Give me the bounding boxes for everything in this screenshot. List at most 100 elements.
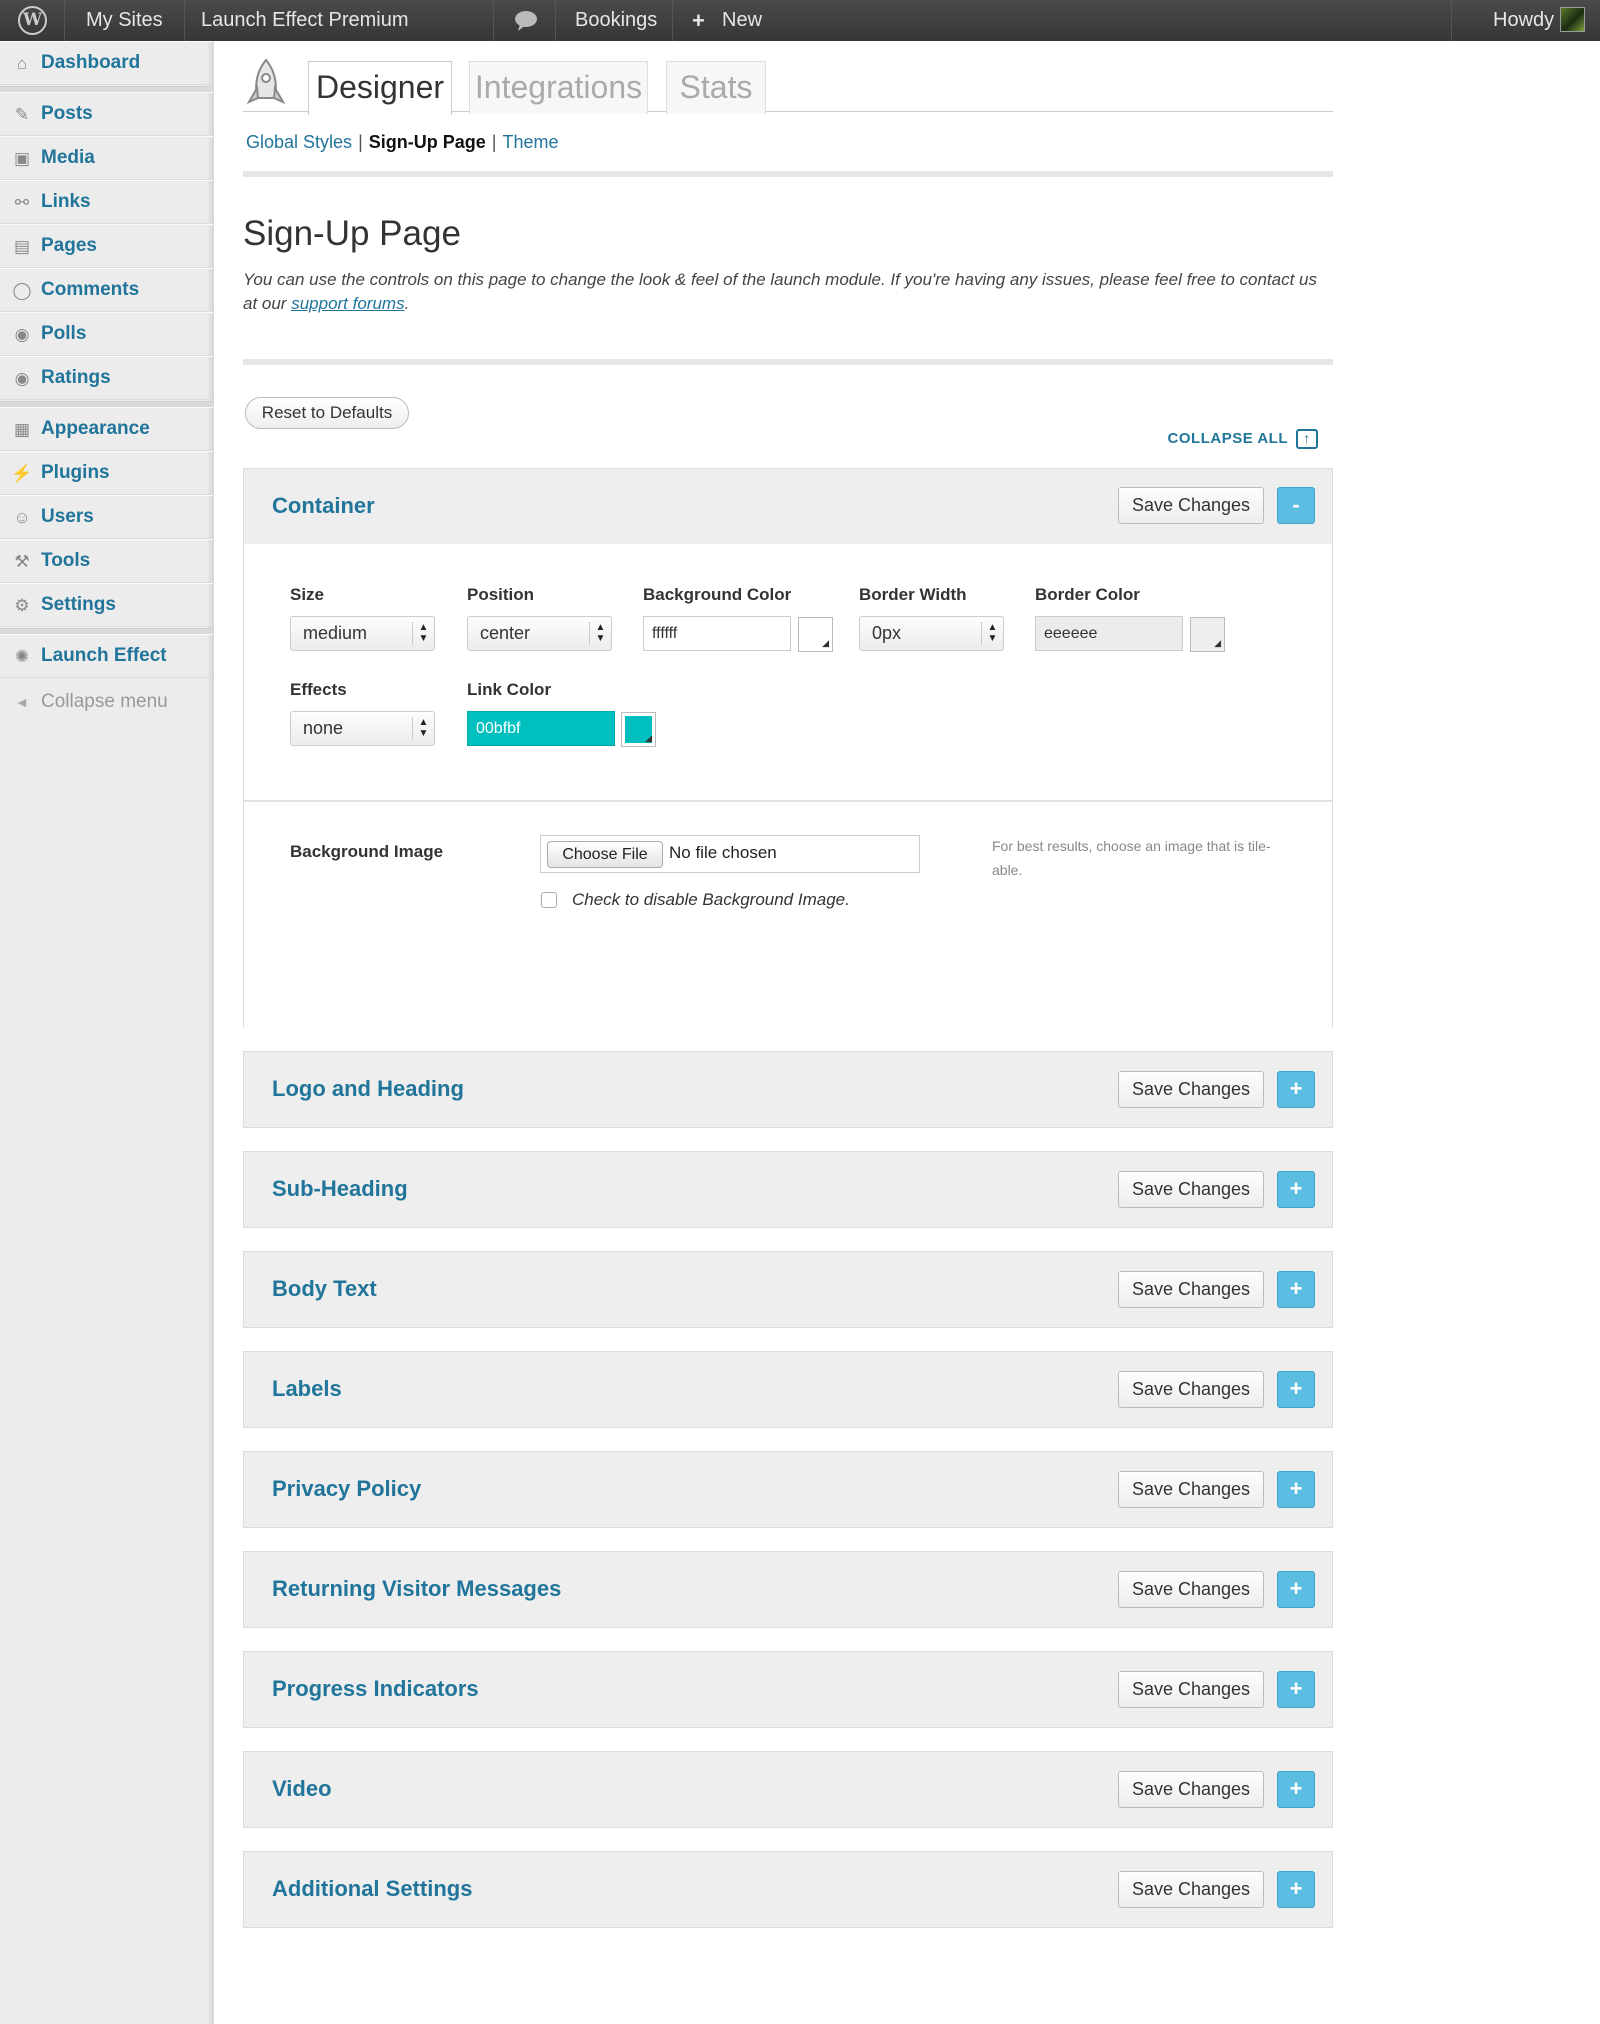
collapse-all-button[interactable]: COLLAPSE ALL ↑ <box>1168 429 1318 449</box>
reset-to-defaults-button[interactable]: Reset to Defaults <box>245 397 409 429</box>
expand-panel-button[interactable]: + <box>1277 1171 1315 1208</box>
sidebar-item-label: Launch Effect <box>41 645 167 666</box>
sidebar-item-comments[interactable]: ◯ Comments <box>0 268 213 312</box>
sidebar-item-users[interactable]: ☺ Users <box>0 495 213 539</box>
border-color-swatch[interactable]: ◢ <box>1190 617 1225 652</box>
effects-value: none <box>303 718 344 738</box>
panel-title[interactable]: Body Text <box>272 1276 377 1302</box>
comments-icon: ◯ <box>12 281 32 300</box>
progress-indicators-panel: Progress Indicators Save Changes + <box>243 1651 1333 1728</box>
site-name-link[interactable]: Launch Effect Premium <box>201 0 409 41</box>
save-changes-button[interactable]: Save Changes <box>1118 1671 1264 1708</box>
background-color-swatch[interactable]: ◢ <box>798 617 833 652</box>
position-label: Position <box>467 585 535 604</box>
save-changes-button[interactable]: Save Changes <box>1118 1271 1264 1308</box>
select-arrows-icon: ▲ ▼ <box>981 622 1003 645</box>
link-color-input[interactable]: 00bfbf <box>467 711 615 746</box>
save-changes-button[interactable]: Save Changes <box>1118 1071 1264 1108</box>
sidebar-item-label: Pages <box>41 235 97 256</box>
panel-title[interactable]: Video <box>272 1776 332 1802</box>
plus-icon[interactable]: + <box>692 0 705 41</box>
sidebar-item-dashboard[interactable]: ⌂ Dashboard <box>0 41 213 85</box>
save-changes-button[interactable]: Save Changes <box>1118 1471 1264 1508</box>
sidebar-item-label: Plugins <box>41 462 110 483</box>
effects-select[interactable]: none ▲ ▼ <box>290 711 435 746</box>
collapse-panel-button[interactable]: - <box>1277 487 1315 524</box>
sidebar-item-label: Links <box>41 191 91 212</box>
additional-settings-panel: Additional Settings Save Changes + <box>243 1851 1333 1928</box>
save-changes-button[interactable]: Save Changes <box>1118 487 1264 524</box>
tab-integrations[interactable]: Integrations <box>469 61 648 114</box>
panel-title[interactable]: Logo and Heading <box>272 1076 464 1102</box>
panel-title[interactable]: Sub-Heading <box>272 1176 408 1202</box>
sidebar-item-media[interactable]: ▣ Media <box>0 136 213 180</box>
panel-title[interactable]: Labels <box>272 1376 342 1402</box>
file-input[interactable]: Choose File No file chosen <box>540 835 920 873</box>
expand-panel-button[interactable]: + <box>1277 1471 1315 1508</box>
expand-panel-button[interactable]: + <box>1277 1271 1315 1308</box>
sidebar-item-label: Ratings <box>41 367 111 388</box>
panel-title[interactable]: Privacy Policy <box>272 1476 421 1502</box>
border-color-input[interactable]: eeeeee <box>1035 616 1183 651</box>
ratings-icon: ◉ <box>14 369 30 388</box>
expand-panel-button[interactable]: + <box>1277 1371 1315 1408</box>
expand-panel-button[interactable]: + <box>1277 1671 1315 1708</box>
howdy-link[interactable]: Howdy <box>1493 0 1554 41</box>
save-changes-button[interactable]: Save Changes <box>1118 1871 1264 1908</box>
sidebar-item-pages[interactable]: ▤ Pages <box>0 224 213 268</box>
sidebar-item-ratings[interactable]: ◉ Ratings <box>0 356 213 400</box>
tab-designer[interactable]: Designer <box>308 61 452 115</box>
bookings-link[interactable]: Bookings <box>575 0 657 41</box>
sidebar-item-launch-effect[interactable]: ✺ Launch Effect <box>0 634 213 678</box>
support-forums-link[interactable]: support forums <box>291 294 404 313</box>
save-changes-button[interactable]: Save Changes <box>1118 1571 1264 1608</box>
sidebar-item-label: Posts <box>41 103 93 124</box>
panel-title[interactable]: Returning Visitor Messages <box>272 1576 561 1602</box>
signup-page-link[interactable]: Sign-Up Page <box>369 132 486 152</box>
link-color-swatch[interactable]: ◢ <box>621 712 656 747</box>
new-link[interactable]: New <box>722 0 762 41</box>
link-icon: ⚯ <box>14 193 30 212</box>
sidebar-item-label: Comments <box>41 279 140 300</box>
admin-bar-divider <box>64 0 65 41</box>
divider <box>243 359 1333 365</box>
container-panel: Container Save Changes - Size medium ▲ ▼ P… <box>243 468 1333 1028</box>
sidebar-item-label: Media <box>41 147 95 168</box>
disable-background-label: Check to disable Background Image. <box>572 890 850 909</box>
background-color-input[interactable]: ffffff <box>643 616 791 651</box>
sidebar-item-tools[interactable]: ⚒ Tools <box>0 539 213 583</box>
sidebar-item-posts[interactable]: ✎ Posts <box>0 92 213 136</box>
sidebar-item-polls[interactable]: ◉ Polls <box>0 312 213 356</box>
sidebar-item-plugins[interactable]: ⚡ Plugins <box>0 451 213 495</box>
disable-background-checkbox[interactable] <box>541 892 557 908</box>
border-color-label: Border Color <box>1035 585 1140 604</box>
sidebar-item-label: Users <box>41 506 94 527</box>
sidebar-item-appearance[interactable]: ▦ Appearance <box>0 407 213 451</box>
panel-title[interactable]: Additional Settings <box>272 1876 472 1902</box>
choose-file-button[interactable]: Choose File <box>547 841 663 868</box>
save-changes-button[interactable]: Save Changes <box>1118 1171 1264 1208</box>
size-select[interactable]: medium ▲ ▼ <box>290 616 435 651</box>
expand-panel-button[interactable]: + <box>1277 1771 1315 1808</box>
admin-bar: W My Sites Launch Effect Premium Booking… <box>0 0 1600 41</box>
expand-panel-button[interactable]: + <box>1277 1871 1315 1908</box>
wordpress-logo-icon[interactable]: W <box>18 6 47 35</box>
tab-stats[interactable]: Stats <box>666 61 766 114</box>
pages-icon: ▤ <box>13 237 31 256</box>
speech-bubble-icon[interactable] <box>514 10 538 32</box>
panel-title[interactable]: Container <box>272 493 375 519</box>
theme-link[interactable]: Theme <box>502 132 558 152</box>
sidebar-item-settings[interactable]: ⚙ Settings <box>0 583 213 627</box>
panel-title[interactable]: Progress Indicators <box>272 1676 479 1702</box>
expand-panel-button[interactable]: + <box>1277 1071 1315 1108</box>
global-styles-link[interactable]: Global Styles <box>246 132 352 152</box>
my-sites-link[interactable]: My Sites <box>86 0 163 41</box>
collapse-menu-button[interactable]: ◀ Collapse menu <box>0 681 213 725</box>
expand-panel-button[interactable]: + <box>1277 1571 1315 1608</box>
sidebar-item-links[interactable]: ⚯ Links <box>0 180 213 224</box>
border-width-select[interactable]: 0px ▲ ▼ <box>859 616 1004 651</box>
position-select[interactable]: center ▲ ▼ <box>467 616 612 651</box>
avatar[interactable] <box>1560 7 1585 32</box>
save-changes-button[interactable]: Save Changes <box>1118 1771 1264 1808</box>
save-changes-button[interactable]: Save Changes <box>1118 1371 1264 1408</box>
